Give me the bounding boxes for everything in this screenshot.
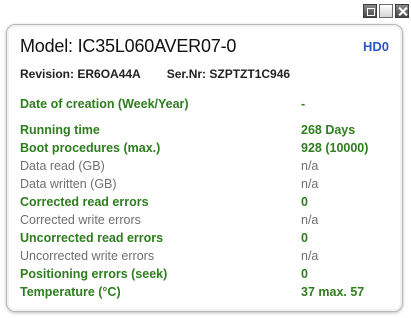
attribute-row-uncorrected-read-errors: Uncorrected read errors 0 xyxy=(20,229,390,247)
attribute-label: Boot procedures (max.) xyxy=(20,141,161,155)
attribute-value: n/a xyxy=(301,177,319,191)
attribute-label: Positioning errors (seek) xyxy=(20,267,168,281)
attribute-row-corrected-read-errors: Corrected read errors 0 xyxy=(20,193,390,211)
attribute-value: n/a xyxy=(301,213,319,227)
attribute-value: 0 xyxy=(301,195,308,209)
attribute-row-boot-procedures: Boot procedures (max.) 928 (10000) xyxy=(20,139,390,157)
attribute-label: Running time xyxy=(20,123,100,137)
attribute-label: Data read (GB) xyxy=(20,159,105,173)
attribute-label: Corrected write errors xyxy=(20,213,141,227)
attribute-list: Date of creation (Week/Year) - Running t… xyxy=(20,95,390,301)
attribute-value: 268 Days xyxy=(301,123,356,137)
drive-info-panel: Model: IC35L060AVER07-0 HD0 Revision: ER… xyxy=(6,24,403,312)
drive-info-window: Model: IC35L060AVER07-0 HD0 Revision: ER… xyxy=(0,0,411,318)
attribute-value: n/a xyxy=(301,159,319,173)
window-controls xyxy=(363,4,409,20)
model-title: Model: IC35L060AVER07-0 xyxy=(20,36,237,56)
serial-label: Ser.Nr: SZPTZT1C946 xyxy=(166,67,291,81)
attribute-label: Data written (GB) xyxy=(20,177,117,191)
attribute-row-date-of-creation: Date of creation (Week/Year) - xyxy=(20,95,390,113)
attribute-label: Corrected read errors xyxy=(20,195,149,209)
attribute-value: 37 max. 57 xyxy=(301,285,365,299)
revision-label: Revision: ER6OA44A xyxy=(20,67,141,81)
attribute-value: n/a xyxy=(301,249,319,263)
attribute-row-uncorrected-write-errors: Uncorrected write errors n/a xyxy=(20,247,390,265)
attribute-value: 0 xyxy=(301,267,308,281)
attribute-value: 928 (10000) xyxy=(301,141,369,155)
attribute-label: Uncorrected read errors xyxy=(20,231,164,245)
attribute-value: 0 xyxy=(301,231,308,245)
attribute-row-positioning-errors: Positioning errors (seek) 0 xyxy=(20,265,390,283)
attribute-row-corrected-write-errors: Corrected write errors n/a xyxy=(20,211,390,229)
attribute-row-data-read: Data read (GB) n/a xyxy=(20,157,390,175)
maximize-icon[interactable] xyxy=(379,4,393,18)
drive-badge: HD0 xyxy=(362,39,389,54)
revision-serial-line: Revision: ER6OA44A Ser.Nr: SZPTZT1C946 xyxy=(20,67,290,81)
attribute-row-running-time: Running time 268 Days xyxy=(20,121,390,139)
attribute-row-temperature: Temperature (°C) 37 max. 57 xyxy=(20,283,390,301)
attribute-row-data-written: Data written (GB) n/a xyxy=(20,175,390,193)
close-icon[interactable] xyxy=(395,4,409,18)
attribute-label: Uncorrected write errors xyxy=(20,249,155,263)
attribute-label: Temperature (°C) xyxy=(20,285,121,299)
restore-icon[interactable] xyxy=(363,4,377,18)
attribute-label: Date of creation (Week/Year) xyxy=(20,97,189,111)
attribute-value: - xyxy=(301,97,306,111)
